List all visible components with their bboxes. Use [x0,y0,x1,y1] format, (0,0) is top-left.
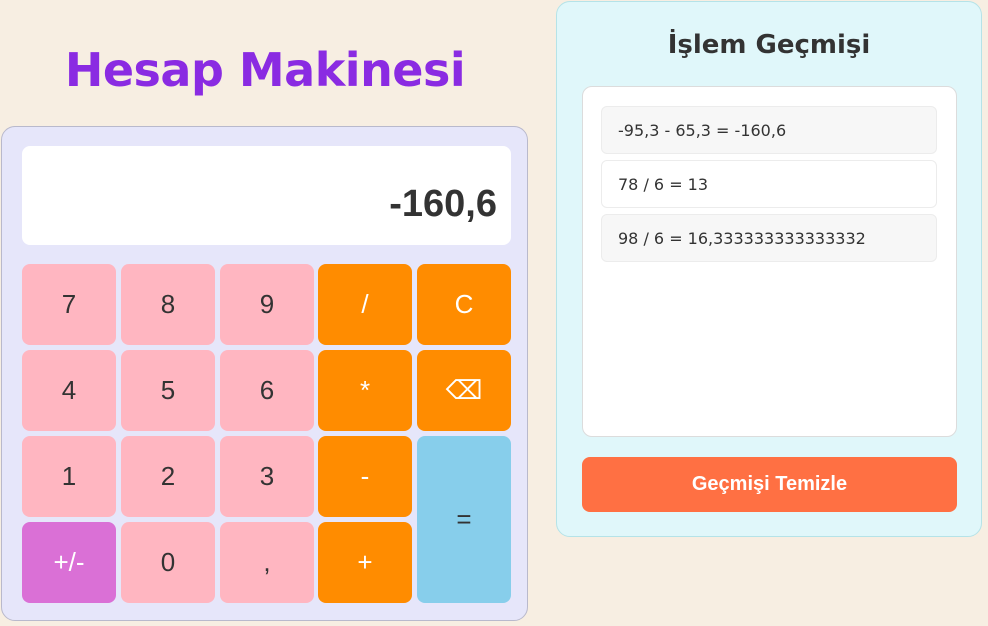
clear-history-button[interactable]: Geçmişi Temizle [582,457,957,512]
backspace-icon: ⌫ [445,375,483,406]
history-item[interactable]: -95,3 - 65,3 = -160,6 [601,106,937,154]
key-equals[interactable]: = [417,436,511,603]
history-list[interactable]: -95,3 - 65,3 = -160,6 78 / 6 = 13 98 / 6… [582,86,957,437]
key-multiply[interactable]: * [318,350,412,431]
history-title: İşlem Geçmişi [667,30,871,60]
key-negate[interactable]: +/- [22,522,116,603]
history-panel: İşlem Geçmişi -95,3 - 65,3 = -160,6 78 /… [556,1,982,537]
key-backspace[interactable]: ⌫ [417,350,511,431]
key-8[interactable]: 8 [121,264,215,345]
key-5[interactable]: 5 [121,350,215,431]
key-divide[interactable]: / [318,264,412,345]
key-9[interactable]: 9 [220,264,314,345]
history-item[interactable]: 78 / 6 = 13 [601,160,937,208]
key-2[interactable]: 2 [121,436,215,517]
key-subtract[interactable]: - [318,436,412,517]
key-4[interactable]: 4 [22,350,116,431]
key-6[interactable]: 6 [220,350,314,431]
key-1[interactable]: 1 [22,436,116,517]
key-add[interactable]: + [318,522,412,603]
calculator-display: -160,6 [22,146,511,245]
key-3[interactable]: 3 [220,436,314,517]
key-comma[interactable]: , [220,522,314,603]
key-7[interactable]: 7 [22,264,116,345]
key-0[interactable]: 0 [121,522,215,603]
app-title: Hesap Makinesi [64,43,466,97]
calculator-panel: -160,6 7 8 9 / C 4 5 6 * ⌫ 1 2 3 - = +/-… [1,126,528,621]
history-item[interactable]: 98 / 6 = 16,333333333333332 [601,214,937,262]
key-clear[interactable]: C [417,264,511,345]
